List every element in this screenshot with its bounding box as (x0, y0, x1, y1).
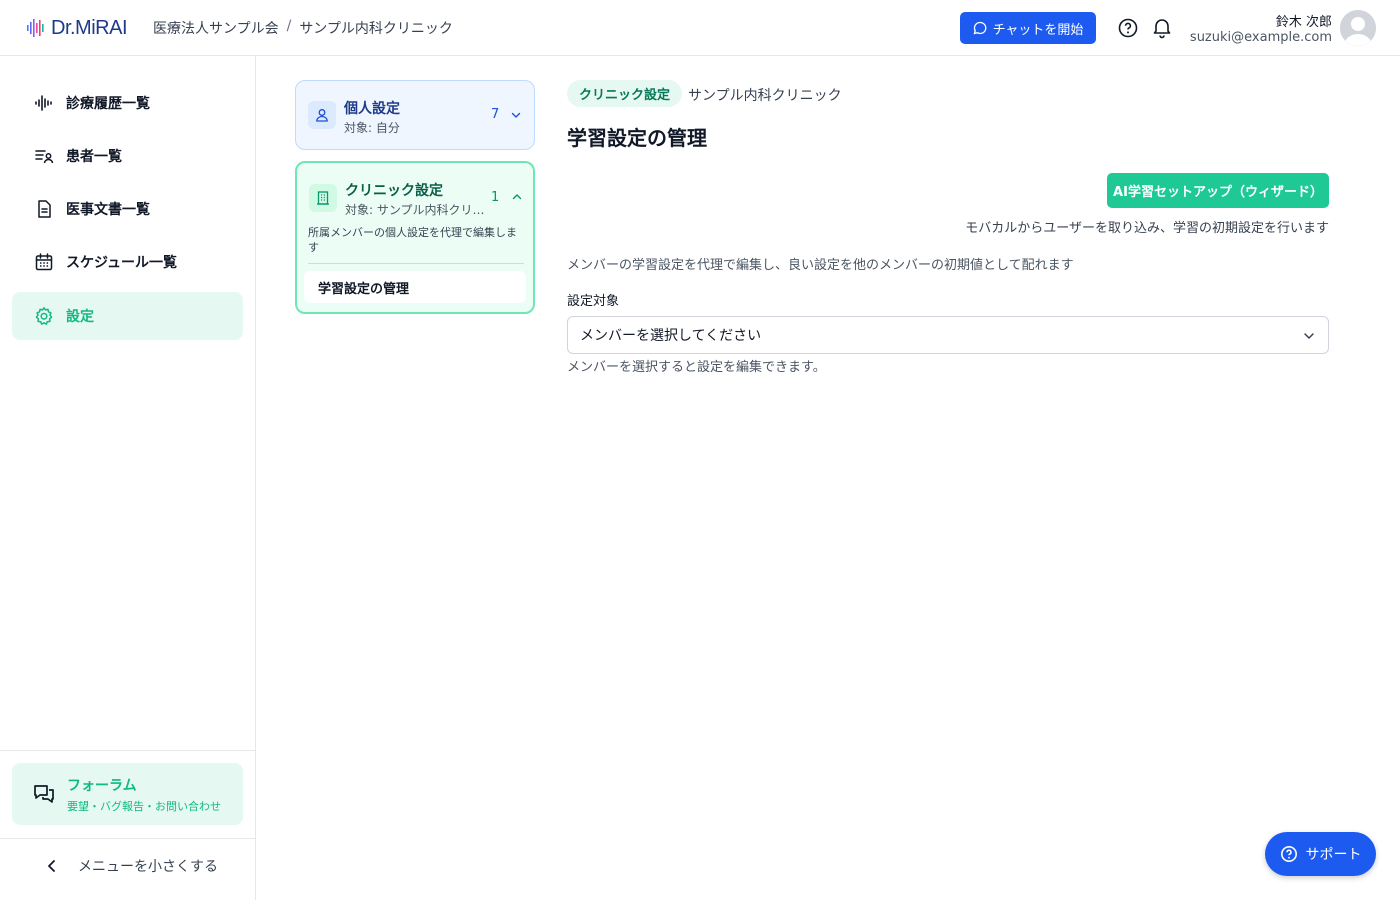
sidebar-item-label: 設定 (66, 309, 94, 325)
card-title[interactable]: クリニック設定 (345, 180, 443, 200)
help-icon[interactable] (1117, 17, 1139, 39)
user-icon (316, 109, 328, 122)
member-select-hint: メンバーを選択すると設定を編集できます。 (567, 360, 826, 375)
card-target: 対象: 自分 (344, 121, 400, 135)
chevron-left-icon (48, 860, 55, 872)
card-title: 個人設定 (344, 101, 400, 117)
sidebar-item-history[interactable]: 診療履歴一覧 (12, 79, 243, 127)
member-select-value: メンバーを選択してください (580, 328, 762, 344)
forum-link[interactable]: フォーラム 要望・バグ報告・お問い合わせ (12, 763, 243, 825)
support-button[interactable]: サポート (1265, 832, 1376, 876)
card-divider (308, 263, 524, 264)
card-description: 所属メンバーの個人設定を代理で編集します (308, 226, 517, 254)
chevron-down-icon (1304, 333, 1314, 339)
chevron-up-icon[interactable] (511, 191, 523, 203)
settings-item-learning-management[interactable]: 学習設定の管理 (304, 271, 526, 303)
settings-group-clinic: クリニック設定 対象: サンプル内科クリニック 1 所属メンバーの個人設定を代理… (295, 161, 535, 314)
sidebar-item-label: スケジュール一覧 (66, 255, 178, 271)
top-header: Dr.MiRAI 医療法人サンプル会 / サンプル内科クリニック チャットを開始… (0, 0, 1400, 56)
gear-icon (35, 307, 53, 325)
notification-bell-icon[interactable] (1150, 15, 1174, 39)
calendar-icon (35, 253, 53, 271)
chevron-down-icon[interactable] (510, 109, 522, 121)
waveform-icon (35, 95, 52, 111)
ai-setup-note: モバカルからユーザーを取り込み、学習の初期設定を行います (965, 221, 1329, 236)
collapse-menu-button[interactable]: メニューを小さくする (46, 856, 218, 876)
logo-waveform-icon (27, 19, 44, 37)
sidebar-item-label: 患者一覧 (66, 149, 122, 165)
avatar-placeholder-icon (1340, 10, 1376, 46)
sidebar-item-documents[interactable]: 医事文書一覧 (12, 185, 243, 233)
breadcrumb: 医療法人サンプル会 / サンプル内科クリニック (153, 18, 453, 38)
breadcrumb-org[interactable]: 医療法人サンプル会 (153, 18, 279, 38)
target-field-label: 設定対象 (567, 294, 620, 309)
forum-chat-icon (34, 785, 54, 803)
user-name: 鈴木 次郎 (1275, 15, 1332, 30)
document-icon (38, 200, 51, 218)
user-avatar[interactable] (1340, 10, 1376, 46)
ai-setup-wizard-button[interactable]: AI学習セットアップ（ウィザード） (1107, 173, 1329, 208)
page-title: 学習設定の管理 (567, 126, 707, 150)
settings-group-personal[interactable]: 個人設定 対象: 自分 7 (295, 80, 535, 150)
section-target: サンプル内科クリニック (688, 88, 842, 104)
card-count-badge: 1 (491, 190, 500, 205)
section-tag: クリニック設定 (567, 80, 683, 107)
card-target: 対象: サンプル内科クリニック (345, 203, 485, 217)
page-description: メンバーの学習設定を代理で編集し、良い設定を他のメンバーの初期値として配れます (567, 258, 1074, 273)
sidebar: 診療履歴一覧 患者一覧 医事文書一覧 スケジュール一覧 設定 フォーラム 要望・… (0, 56, 256, 900)
chat-bubble-icon (973, 21, 986, 35)
sidebar-item-label: 医事文書一覧 (66, 202, 150, 218)
patient-list-icon (35, 150, 54, 164)
sidebar-item-label: 診療履歴一覧 (66, 96, 150, 112)
help-circle-icon (1280, 846, 1297, 862)
support-label: サポート (1305, 847, 1362, 863)
logo-text: Dr.MiRAI (51, 16, 128, 39)
sidebar-item-settings[interactable]: 設定 (12, 292, 243, 340)
start-chat-button[interactable]: チャットを開始 (960, 12, 1096, 44)
forum-title: フォーラム (67, 778, 137, 794)
sidebar-divider (0, 838, 255, 839)
card-icon-box (308, 101, 336, 129)
collapse-menu-label: メニューを小さくする (78, 859, 218, 875)
breadcrumb-separator: / (286, 18, 292, 34)
member-select[interactable]: メンバーを選択してください (567, 316, 1329, 354)
start-chat-label: チャットを開始 (992, 22, 1084, 38)
sidebar-item-schedule[interactable]: スケジュール一覧 (12, 238, 243, 286)
forum-subtitle: 要望・バグ報告・お問い合わせ (67, 800, 221, 813)
sidebar-divider (0, 750, 255, 751)
logo[interactable]: Dr.MiRAI (26, 14, 128, 42)
building-icon (317, 191, 329, 205)
breadcrumb-clinic[interactable]: サンプル内科クリニック (299, 18, 453, 38)
card-icon-box (309, 184, 337, 212)
card-count-badge: 7 (491, 107, 500, 122)
user-email: suzuki@example.com (1189, 30, 1332, 45)
sidebar-item-patients[interactable]: 患者一覧 (12, 132, 243, 180)
